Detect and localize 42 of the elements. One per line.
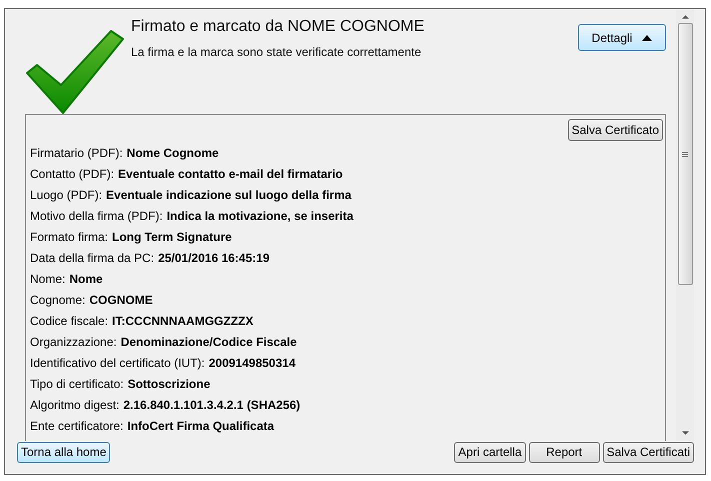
scroll-up-icon[interactable] <box>682 15 688 19</box>
check-icon <box>25 27 125 115</box>
triangle-up-icon <box>642 34 652 40</box>
grip-icon <box>682 152 688 156</box>
field-value: Denominazione/Codice Fiscale <box>120 334 297 350</box>
field-value: 2.16.840.1.101.3.4.2.1 (SHA256) <box>123 396 300 414</box>
status-title: Firmato e marcato da NOME COGNOME <box>131 17 426 37</box>
field-label: Contatto (PDF): <box>30 166 114 182</box>
field-value: Nome Cognome <box>126 144 219 162</box>
field-value: Eventuale indicazione sul luogo della firma <box>106 186 352 204</box>
footer-button[interactable]: Salva Certificati <box>602 442 694 462</box>
field-value: Nome <box>69 270 103 288</box>
save-certificate-button[interactable]: Salva Certificato <box>568 119 663 141</box>
field-value: 2009149850314 <box>208 354 296 372</box>
field-label: Formato firma: <box>30 228 108 246</box>
field-value: Sottoscrizione <box>128 376 210 392</box>
field-value: 25/01/2016 16:45:19 <box>158 250 270 266</box>
status-subtitle: La firma e la marca sono state verificate correttamente <box>131 44 422 61</box>
field-value: Indica la motivazione, se inserita <box>166 208 354 224</box>
field-label: Motivo della firma (PDF): <box>30 208 163 224</box>
details-button[interactable]: Dettagli <box>578 24 666 51</box>
scroll-down-icon[interactable] <box>682 431 688 435</box>
scroll-thumb[interactable] <box>678 23 692 285</box>
field-value: InfoCert Firma Qualificata <box>127 418 274 434</box>
field-label: Nome: <box>30 270 66 288</box>
field-label: Identificativo del certificato (IUT): <box>30 354 205 372</box>
footer-button[interactable]: Report <box>528 442 600 462</box>
footer-button[interactable]: Apri cartella <box>454 442 526 462</box>
field-label: Luogo (PDF): <box>30 186 102 204</box>
field-label: Ente certificatore: <box>30 418 124 434</box>
field-label: Tipo di certificato: <box>30 376 124 392</box>
field-value: IT:CCCNNNAAMGGZZZX <box>112 312 254 330</box>
field-label: Data della firma da PC: <box>30 250 154 266</box>
field-label: Firmatario (PDF): <box>30 144 123 162</box>
home-button[interactable]: Torna alla home <box>17 442 110 462</box>
field-label: Cognome: <box>30 292 86 308</box>
field-label: Codice fiscale: <box>30 312 108 330</box>
field-value: Eventuale contatto e-mail del firmatario <box>118 166 343 182</box>
field-label: Algoritmo digest: <box>30 396 120 414</box>
field-label: Organizzazione: <box>30 334 117 350</box>
field-value: Long Term Signature <box>112 228 232 246</box>
field-value: COGNOME <box>89 292 153 308</box>
